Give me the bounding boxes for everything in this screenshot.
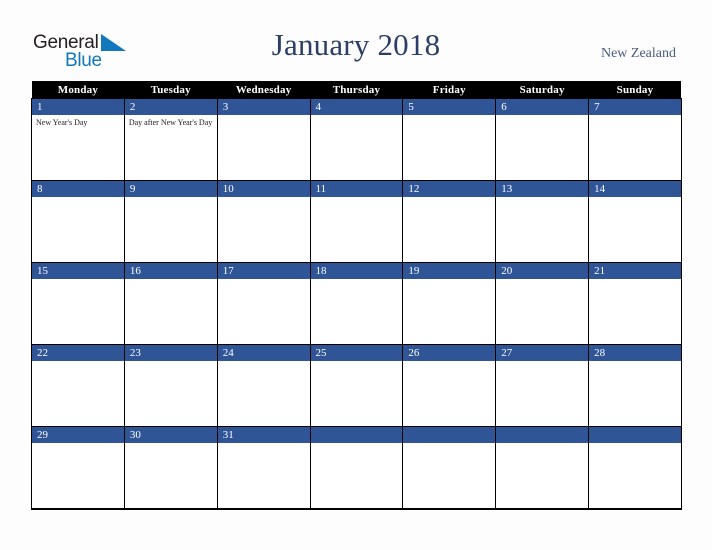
day-number[interactable]: 21 bbox=[588, 262, 682, 279]
day-number[interactable]: 28 bbox=[588, 344, 682, 361]
day-cell[interactable] bbox=[495, 279, 590, 345]
day-cell[interactable] bbox=[588, 197, 682, 263]
day-number[interactable]: 18 bbox=[309, 262, 404, 279]
day-cell[interactable] bbox=[123, 361, 218, 427]
weekday-header-tuesday: Tuesday bbox=[124, 81, 218, 99]
day-cell[interactable] bbox=[402, 197, 497, 263]
calendar-weekday-header: Monday Tuesday Wednesday Thursday Friday… bbox=[31, 81, 682, 99]
day-cell[interactable] bbox=[309, 361, 404, 427]
day-cell-empty bbox=[495, 443, 590, 510]
day-cell[interactable] bbox=[123, 443, 218, 510]
day-number[interactable]: 8 bbox=[31, 180, 125, 197]
day-number[interactable]: 6 bbox=[495, 98, 590, 115]
day-cell[interactable] bbox=[402, 279, 497, 345]
week-date-row: 29 30 31 bbox=[31, 426, 682, 443]
day-number-empty bbox=[309, 426, 404, 443]
day-cell[interactable] bbox=[495, 115, 590, 181]
day-number[interactable]: 3 bbox=[216, 98, 311, 115]
day-number[interactable]: 19 bbox=[402, 262, 497, 279]
day-cell[interactable] bbox=[216, 279, 311, 345]
day-cell-empty bbox=[402, 443, 497, 510]
day-cell[interactable] bbox=[588, 361, 682, 427]
day-cell[interactable] bbox=[309, 197, 404, 263]
day-number[interactable]: 12 bbox=[402, 180, 497, 197]
day-cell[interactable] bbox=[402, 361, 497, 427]
page-header: General Blue January 2018 New Zealand bbox=[0, 0, 712, 81]
day-number-empty bbox=[588, 426, 682, 443]
day-number[interactable]: 5 bbox=[402, 98, 497, 115]
day-cell[interactable] bbox=[309, 279, 404, 345]
day-cell[interactable] bbox=[31, 279, 125, 345]
day-cell[interactable] bbox=[216, 115, 311, 181]
day-cell-empty bbox=[588, 443, 682, 510]
day-number[interactable]: 20 bbox=[495, 262, 590, 279]
day-number[interactable]: 11 bbox=[309, 180, 404, 197]
day-cell[interactable]: Day after New Year's Day bbox=[123, 115, 218, 181]
day-cell[interactable] bbox=[123, 197, 218, 263]
day-number[interactable]: 22 bbox=[31, 344, 125, 361]
day-number[interactable]: 2 bbox=[123, 98, 218, 115]
week-event-row bbox=[31, 197, 682, 263]
day-number[interactable]: 30 bbox=[123, 426, 218, 443]
weekday-header-row: Monday Tuesday Wednesday Thursday Friday… bbox=[31, 81, 682, 99]
day-event-label: New Year's Day bbox=[36, 118, 88, 127]
day-cell[interactable] bbox=[588, 279, 682, 345]
day-number[interactable]: 13 bbox=[495, 180, 590, 197]
day-number[interactable]: 27 bbox=[495, 344, 590, 361]
day-cell[interactable]: New Year's Day bbox=[31, 115, 125, 181]
week-event-row bbox=[31, 361, 682, 427]
weekday-header-friday: Friday bbox=[402, 81, 496, 99]
week-date-row: 1 2 3 4 5 6 7 bbox=[31, 98, 682, 115]
day-number[interactable]: 26 bbox=[402, 344, 497, 361]
day-cell[interactable] bbox=[495, 197, 590, 263]
day-number[interactable]: 23 bbox=[123, 344, 218, 361]
calendar-body: 1 2 3 4 5 6 7 New Year's Day Day after N… bbox=[31, 98, 682, 510]
day-cell[interactable] bbox=[216, 443, 311, 510]
day-cell[interactable] bbox=[588, 115, 682, 181]
day-number[interactable]: 15 bbox=[31, 262, 125, 279]
day-number[interactable]: 1 bbox=[31, 98, 125, 115]
day-number[interactable]: 24 bbox=[216, 344, 311, 361]
weekday-header-thursday: Thursday bbox=[310, 81, 403, 99]
day-cell[interactable] bbox=[309, 115, 404, 181]
day-number[interactable]: 31 bbox=[216, 426, 311, 443]
day-number[interactable]: 9 bbox=[123, 180, 218, 197]
weekday-header-saturday: Saturday bbox=[495, 81, 589, 99]
day-cell[interactable] bbox=[216, 361, 311, 427]
day-cell[interactable] bbox=[123, 279, 218, 345]
day-cell[interactable] bbox=[31, 361, 125, 427]
country-label: New Zealand bbox=[600, 46, 676, 61]
day-event-label: Day after New Year's Day bbox=[128, 118, 213, 127]
weekday-header-wednesday: Wednesday bbox=[217, 81, 311, 99]
calendar-table: Monday Tuesday Wednesday Thursday Friday… bbox=[31, 81, 682, 510]
week-date-row: 15 16 17 18 19 20 21 bbox=[31, 262, 682, 279]
day-number[interactable]: 10 bbox=[216, 180, 311, 197]
day-number-empty bbox=[495, 426, 590, 443]
day-cell[interactable] bbox=[31, 443, 125, 510]
day-number[interactable]: 25 bbox=[309, 344, 404, 361]
week-event-row bbox=[31, 443, 682, 510]
day-number[interactable]: 16 bbox=[123, 262, 218, 279]
day-number[interactable]: 29 bbox=[31, 426, 125, 443]
day-cell[interactable] bbox=[216, 197, 311, 263]
day-cell[interactable] bbox=[31, 197, 125, 263]
day-number[interactable]: 17 bbox=[216, 262, 311, 279]
day-number-empty bbox=[402, 426, 497, 443]
week-date-row: 8 9 10 11 12 13 14 bbox=[31, 180, 682, 197]
day-number[interactable]: 4 bbox=[309, 98, 404, 115]
weekday-header-sunday: Sunday bbox=[588, 81, 682, 99]
weekday-header-monday: Monday bbox=[31, 81, 125, 99]
week-event-row: New Year's Day Day after New Year's Day bbox=[31, 115, 682, 181]
day-cell-empty bbox=[309, 443, 404, 510]
week-date-row: 22 23 24 25 26 27 28 bbox=[31, 344, 682, 361]
day-cell[interactable] bbox=[402, 115, 497, 181]
day-number[interactable]: 7 bbox=[588, 98, 682, 115]
week-event-row bbox=[31, 279, 682, 345]
day-number[interactable]: 14 bbox=[588, 180, 682, 197]
day-cell[interactable] bbox=[495, 361, 590, 427]
